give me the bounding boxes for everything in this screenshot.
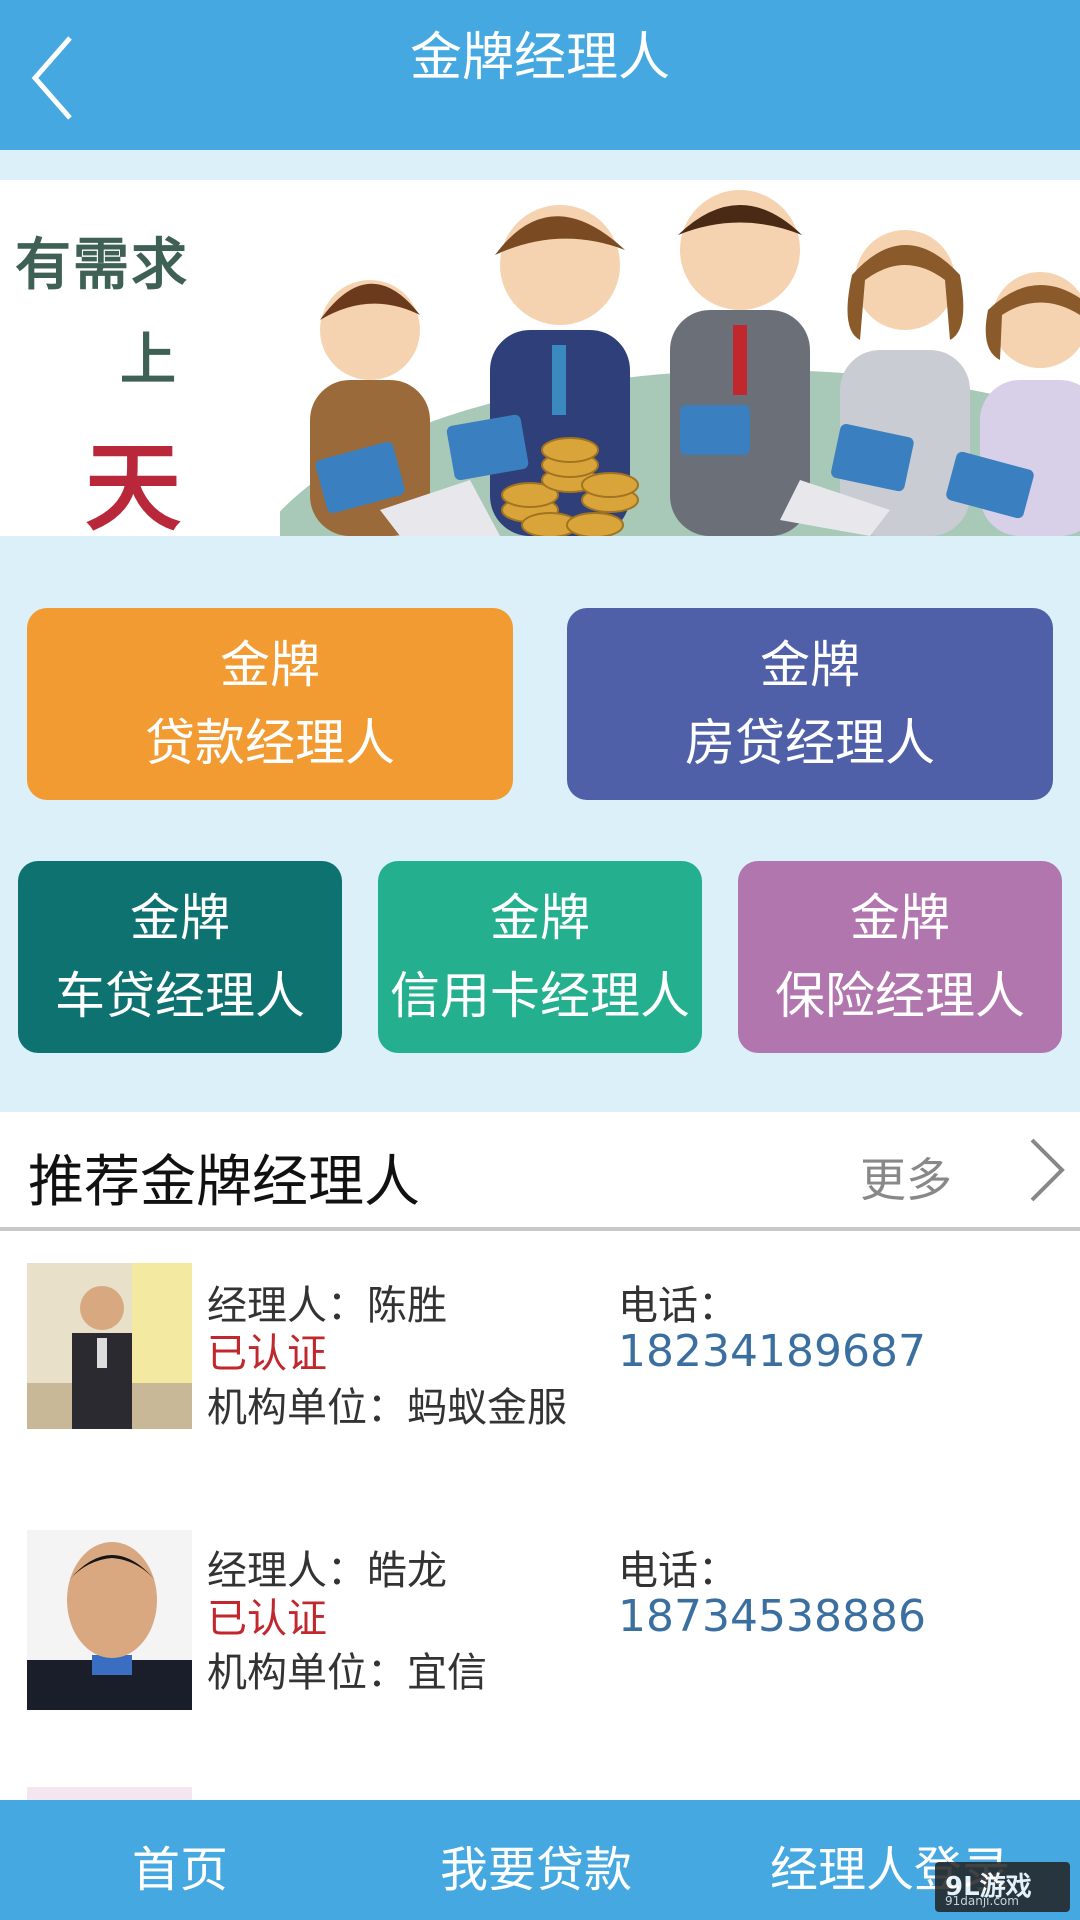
- avatar: [27, 1787, 192, 1801]
- top-bar: 金牌经理人: [0, 0, 1080, 150]
- slogan-line-1: 有需求: [15, 232, 189, 298]
- more-link[interactable]: 更多: [860, 1130, 1070, 1210]
- avatar: [27, 1530, 192, 1710]
- slogan-line-3: 天马: [85, 431, 187, 536]
- more-label: 更多: [860, 1153, 952, 1207]
- banner-slogan: 有需求 上 天马: [15, 220, 275, 536]
- credit-card-manager-line1: 金牌: [490, 889, 590, 947]
- credit-card-manager-button[interactable]: 金牌 信用卡经理人: [378, 861, 702, 1053]
- phone-number[interactable]: 18734538886: [618, 1591, 926, 1642]
- phone-number[interactable]: 18234189687: [618, 1326, 926, 1377]
- car-loan-manager-line1: 金牌: [130, 889, 230, 947]
- page-title: 金牌经理人: [409, 28, 670, 88]
- nav-apply-loan[interactable]: 我要贷款: [440, 1830, 632, 1900]
- phone-label: 电话：: [618, 1548, 738, 1594]
- manager-row[interactable]: 经理人：陈胜 已认证 机构单位：蚂蚁金服 电话： 18234189687: [0, 1231, 1080, 1496]
- insurance-manager-button[interactable]: 金牌 保险经理人: [738, 861, 1062, 1053]
- watermark-logo: 9L游戏 91danji.com: [935, 1862, 1070, 1912]
- car-loan-manager-button[interactable]: 金牌 车贷经理人: [18, 861, 342, 1053]
- mortgage-manager-button[interactable]: 金牌 房贷经理人: [567, 608, 1053, 800]
- cartoon-person-3: [670, 190, 810, 536]
- mortgage-manager-line2: 房贷经理人: [685, 714, 935, 772]
- insurance-manager-line1: 金牌: [850, 889, 950, 947]
- bottom-nav: 首页 我要贷款 经理人登录 9L游戏 91danji.com: [0, 1800, 1080, 1920]
- banner-illustration: [280, 190, 1080, 536]
- verified-badge: 已认证: [207, 1596, 327, 1642]
- watermark-subtext: 91danji.com: [945, 1894, 1019, 1908]
- loan-manager-line2: 贷款经理人: [145, 714, 395, 772]
- credit-card-manager-line2: 信用卡经理人: [390, 967, 690, 1025]
- avatar: [27, 1263, 192, 1429]
- nav-home[interactable]: 首页: [132, 1830, 228, 1900]
- phone-label: 电话：: [618, 1283, 738, 1329]
- recommend-header: 推荐金牌经理人 更多: [0, 1112, 1080, 1227]
- manager-org: 机构单位：宜信: [207, 1650, 487, 1696]
- loan-manager-button[interactable]: 金牌 贷款经理人: [27, 608, 513, 800]
- mortgage-manager-line1: 金牌: [760, 636, 860, 694]
- loan-manager-line1: 金牌: [220, 636, 320, 694]
- manager-row[interactable]: 经理人：皓龙 已认证 机构单位：宜信 电话： 18734538886: [0, 1496, 1080, 1761]
- manager-list: 经理人：陈胜 已认证 机构单位：蚂蚁金服 电话： 18234189687 经理人…: [0, 1231, 1080, 1801]
- insurance-manager-line2: 保险经理人: [775, 967, 1025, 1025]
- promo-banner[interactable]: 有需求 上 天马: [0, 180, 1080, 536]
- recommend-title: 推荐金牌经理人: [28, 1150, 420, 1215]
- slogan-line-2: 上: [120, 327, 176, 393]
- chevron-right-icon: [1030, 1138, 1065, 1202]
- verified-badge: 已认证: [207, 1331, 327, 1377]
- manager-org: 机构单位：蚂蚁金服: [207, 1385, 567, 1431]
- car-loan-manager-line2: 车贷经理人: [55, 967, 305, 1025]
